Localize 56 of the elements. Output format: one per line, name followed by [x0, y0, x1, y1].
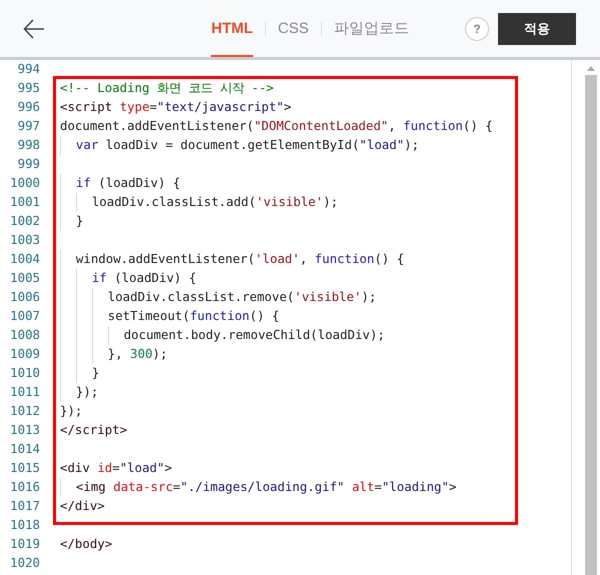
apply-button[interactable]: 적용	[498, 13, 576, 45]
code-line: });	[60, 383, 98, 402]
line-number: 998	[16, 136, 41, 154]
editor-tab[interactable]: 파일업로드	[334, 0, 409, 57]
code-line: document.body.removeChild(loadDiv);	[60, 326, 385, 345]
line-number: 1001	[9, 193, 41, 212]
line-number: 1009	[9, 345, 41, 364]
code-line: if (loadDiv) {	[60, 269, 196, 288]
code-line: var loadDiv = document.getElementById("load");	[60, 136, 420, 155]
line-number: 1014	[9, 440, 41, 458]
line-number: 1004	[9, 250, 41, 268]
line-number: 1007	[9, 307, 41, 326]
line-number: 1016	[9, 478, 41, 496]
line-number: 1008	[9, 326, 41, 344]
line-number: 1000	[9, 174, 41, 192]
code-line: }	[60, 364, 100, 383]
line-number: 994	[16, 60, 41, 78]
line-number: 999	[16, 155, 41, 174]
help-button[interactable]: ?	[465, 17, 489, 41]
line-number: 1012	[9, 402, 41, 420]
line-number: 1011	[9, 383, 41, 402]
line-number: 1010	[9, 364, 41, 382]
code-line: document.addEventListener("DOMContentLoaded", function() {	[60, 117, 493, 136]
back-button[interactable]	[22, 17, 46, 41]
line-number: 1005	[9, 269, 41, 288]
line-number: 1017	[9, 497, 41, 516]
code-line: <img data-src="./images/loading.gif" alt="loading">	[60, 478, 456, 497]
code-line: }	[60, 212, 84, 231]
back-arrow-icon	[23, 19, 45, 39]
code-line: }, 300);	[60, 345, 168, 364]
line-number: 1015	[9, 459, 41, 478]
code-line: <script type="text/javascript">	[60, 98, 292, 116]
code-line: setTimeout(function() {	[60, 307, 280, 326]
code-line: </div>	[60, 497, 105, 516]
line-number: 1003	[9, 231, 41, 250]
code-line: <div id="load">	[60, 459, 172, 478]
line-number: 1020	[9, 554, 41, 572]
code-line: window.addEventListener('load', function() {	[60, 250, 404, 269]
code-line: loadDiv.classList.add('visible');	[60, 193, 338, 212]
code-line: if (loadDiv) {	[60, 174, 180, 193]
code-line: <!-- Loading 화면 코드 시작 -->	[60, 79, 274, 98]
line-number: 1002	[9, 212, 41, 230]
line-number: 996	[16, 98, 41, 116]
code-line: });	[60, 402, 82, 420]
line-number: 1006	[9, 288, 41, 306]
code-line: </body>	[60, 535, 112, 554]
scrollbar-thumb[interactable]	[585, 75, 597, 575]
line-number: 1013	[9, 421, 41, 440]
line-number: 995	[16, 79, 41, 98]
code-line: loadDiv.classList.remove('visible');	[60, 288, 376, 307]
code-line: </script>	[60, 421, 128, 440]
line-number: 1019	[9, 535, 41, 554]
line-number: 1018	[9, 516, 41, 534]
editor-tab[interactable]: HTML	[211, 0, 253, 57]
editor-tab[interactable]: CSS	[278, 0, 309, 57]
line-number: 997	[16, 117, 41, 136]
